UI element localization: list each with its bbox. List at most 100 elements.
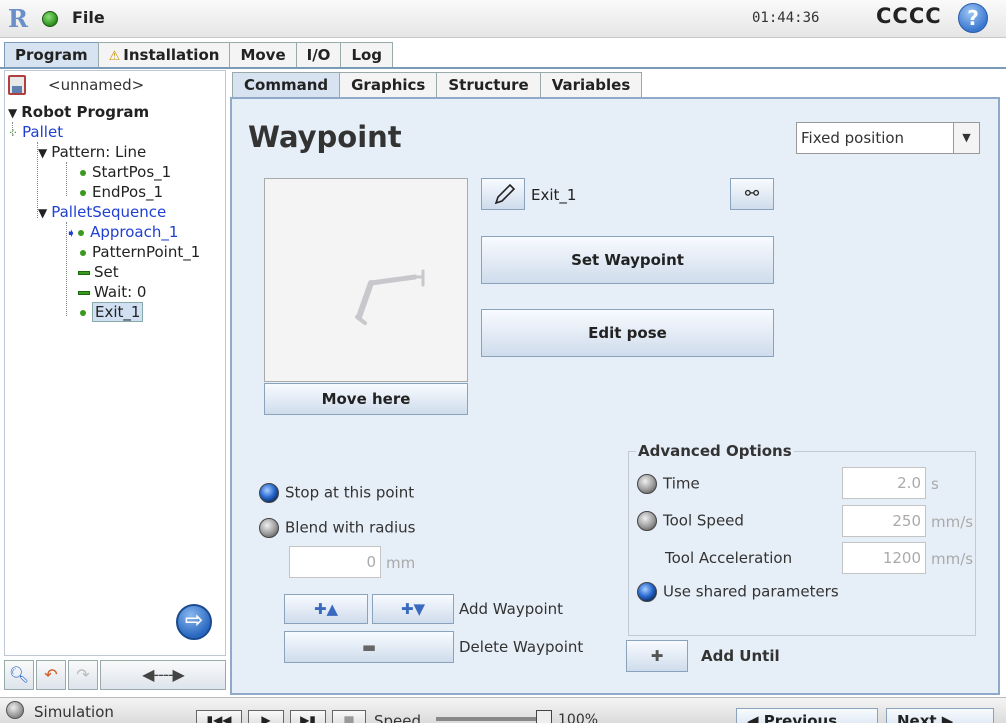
shared-params-label: Use shared parameters — [663, 582, 839, 601]
move-here-button[interactable]: Move here — [264, 383, 468, 415]
current-marker-icon: ➧ — [66, 226, 77, 240]
command-bar-icon — [78, 270, 90, 275]
tree-item-set[interactable]: Set — [78, 262, 119, 282]
program-name: <unnamed> — [48, 76, 145, 94]
status-dot-icon[interactable] — [42, 11, 58, 27]
blend-label: Blend with radius — [285, 518, 416, 537]
time-radio[interactable]: Time — [637, 474, 700, 494]
add-waypoint-label: Add Waypoint — [459, 600, 564, 618]
shared-params-radio[interactable]: Use shared parameters — [637, 582, 839, 602]
tree-item-label: Set — [94, 263, 119, 281]
robot-arm-icon — [355, 269, 425, 325]
tool-accel-label: Tool Acceleration — [665, 549, 793, 567]
pencil-icon — [494, 183, 516, 205]
tree-item-wait[interactable]: Wait: 0 — [78, 282, 146, 302]
previous-label: Previous — [763, 712, 838, 723]
tree-item-label: PalletSequence — [51, 203, 167, 221]
step-icon[interactable]: ▶▮ — [290, 710, 326, 723]
blend-unit: mm — [386, 554, 416, 572]
simulation-label: Simulation — [34, 703, 114, 721]
tree-item-pallet[interactable]: ⁘ Pallet — [8, 122, 63, 142]
add-until-label: Add Until — [701, 647, 780, 665]
undo-icon[interactable]: ↶ — [36, 660, 66, 690]
previous-button[interactable]: ◀ Previous — [736, 708, 878, 723]
program-header: <unnamed> — [8, 72, 144, 98]
tab-io[interactable]: I/O — [295, 42, 342, 68]
position-mode-select[interactable]: Fixed position ▼ — [796, 122, 980, 154]
speed-slider[interactable] — [436, 717, 536, 721]
tree-item-pattern[interactable]: ▼ Pattern: Line — [38, 142, 146, 162]
play-icon[interactable]: ▶ — [248, 710, 284, 723]
tabs-divider — [0, 67, 1006, 69]
link-icon[interactable]: ⚯ — [730, 178, 774, 210]
tool-speed-unit: mm/s — [931, 513, 974, 531]
chevron-down-icon: ▼ — [953, 123, 979, 153]
stop-label: Stop at this point — [285, 483, 415, 502]
robot-preview — [264, 178, 468, 382]
bottom-bar: Simulation ▮◀◀ ▶ ▶▮ ■ Speed 100% ◀ Previ… — [0, 697, 1006, 723]
tool-speed-input[interactable]: 250 — [842, 505, 926, 537]
tab-log[interactable]: Log — [340, 42, 394, 68]
tree-item-startpos[interactable]: StartPos_1 — [80, 162, 171, 182]
move-node-icon[interactable]: ◀----▶ — [100, 660, 226, 690]
blend-radius-input[interactable]: 0 — [289, 546, 381, 578]
speed-value: 100% — [558, 712, 599, 723]
tool-accel-unit: mm/s — [931, 550, 974, 568]
minus-icon[interactable]: ▬ — [284, 631, 454, 663]
tree-item-label: PatternPoint_1 — [92, 243, 201, 261]
tree-item-approach[interactable]: ➧ Approach_1 — [66, 222, 178, 242]
speed-slider-thumb[interactable] — [536, 710, 552, 723]
tab-installation[interactable]: ⚠ Installation — [97, 42, 231, 68]
next-circle-icon[interactable]: ⇨ — [176, 604, 212, 640]
tab-command[interactable]: Command — [232, 72, 341, 98]
tree-toolbar: 🔍︎ ↶ ↷ ◀----▶ — [4, 660, 226, 692]
tree-item-label: Pattern: Line — [51, 143, 147, 161]
tab-variables[interactable]: Variables — [539, 72, 643, 98]
search-icon[interactable]: 🔍︎ — [4, 660, 34, 690]
tree-item-exit[interactable]: Exit_1 — [80, 302, 144, 322]
tree-item-label: Pallet — [22, 123, 64, 141]
tree-item-endpos[interactable]: EndPos_1 — [80, 182, 163, 202]
set-waypoint-button[interactable]: Set Waypoint — [481, 236, 774, 284]
add-below-icon[interactable]: ✚▼ — [372, 594, 454, 624]
next-label: Next — [897, 712, 937, 723]
tree-item-label: Wait: 0 — [94, 283, 147, 301]
file-menu[interactable]: File — [72, 8, 105, 27]
tool-accel-input[interactable]: 1200 — [842, 542, 926, 574]
waypoint-dot-icon — [80, 309, 86, 316]
blend-radio[interactable]: Blend with radius — [259, 518, 415, 538]
tool-speed-label: Tool Speed — [663, 511, 744, 530]
save-icon[interactable] — [8, 75, 26, 95]
next-button[interactable]: Next ▶ — [886, 708, 994, 723]
radio-off-icon — [637, 474, 657, 494]
time-input[interactable]: 2.0 — [842, 467, 926, 499]
waypoint-dot-icon — [80, 169, 86, 176]
tree-item-robot-program[interactable]: ▼ Robot Program — [8, 102, 149, 122]
tree-item-patternpoint[interactable]: PatternPoint_1 — [80, 242, 200, 262]
position-mode-value: Fixed position — [801, 129, 905, 147]
tree-item-label: Approach_1 — [90, 223, 179, 241]
rewind-icon[interactable]: ▮◀◀ — [196, 710, 242, 723]
redo-icon[interactable]: ↷ — [68, 660, 98, 690]
clock: 01:44:36 — [752, 10, 820, 26]
tab-structure[interactable]: Structure — [436, 72, 541, 98]
tree-item-palletsequence[interactable]: ▼ PalletSequence — [38, 202, 166, 222]
stop-icon[interactable]: ■ — [332, 710, 366, 723]
rename-button[interactable] — [481, 178, 525, 210]
speed-label: Speed — [374, 712, 422, 723]
add-above-icon[interactable]: ✚▲ — [284, 594, 368, 624]
edit-pose-button[interactable]: Edit pose — [481, 309, 774, 357]
stop-radio[interactable]: Stop at this point — [259, 483, 414, 503]
main-tabs: Program ⚠ Installation Move I/O Log — [4, 42, 394, 68]
top-bar: R File 01:44:36 CCCC ? — [0, 0, 1006, 38]
tab-move[interactable]: Move — [229, 42, 297, 68]
simulation-icon[interactable] — [6, 701, 24, 719]
tree-item-label: Exit_1 — [92, 302, 144, 322]
radio-off-icon — [637, 511, 657, 531]
help-icon[interactable]: ? — [958, 3, 988, 33]
tab-program[interactable]: Program — [4, 42, 99, 68]
tab-graphics[interactable]: Graphics — [339, 72, 438, 98]
waypoint-dot-icon — [80, 189, 86, 196]
tool-speed-radio[interactable]: Tool Speed — [637, 511, 744, 531]
plus-icon[interactable]: ✚ — [626, 640, 688, 672]
